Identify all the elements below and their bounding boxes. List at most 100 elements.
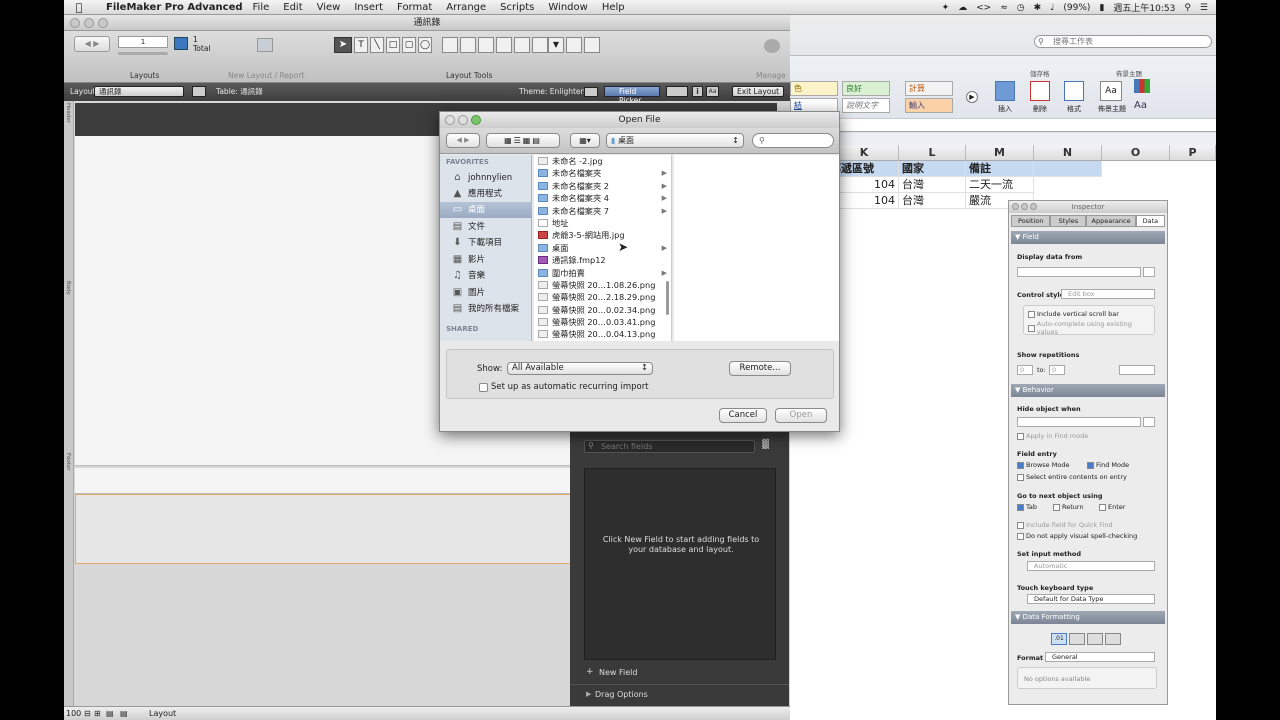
- header-part-label[interactable]: Header: [65, 103, 71, 123]
- list-item[interactable]: 螢幕快照 20…0.03.41.png: [534, 316, 671, 328]
- themes-icon[interactable]: Aa: [1100, 81, 1122, 101]
- button-tool-icon[interactable]: [460, 37, 476, 53]
- inspector-close-button[interactable]: [1012, 203, 1019, 210]
- menu-scripts[interactable]: Scripts: [500, 2, 534, 13]
- change-theme-icon[interactable]: [584, 87, 598, 97]
- remote-button[interactable]: Remote...: [729, 361, 791, 376]
- quick-find-checkbox[interactable]: Include field for Quick Find: [1017, 521, 1113, 529]
- list-item[interactable]: 圍巾拍賣 ▶: [534, 267, 671, 279]
- checkbox-icon[interactable]: [1053, 503, 1060, 511]
- sidebar-item-documents[interactable]: ▤ 文件: [440, 219, 532, 235]
- disclosure-triangle-icon[interactable]: ▶: [586, 690, 591, 698]
- col-header-k[interactable]: K: [830, 145, 899, 161]
- tab-control-tool-icon[interactable]: [496, 37, 512, 53]
- table-cell[interactable]: [1034, 161, 1102, 177]
- table-cell[interactable]: 104: [830, 177, 899, 193]
- theme-fonts-icon[interactable]: Aa: [1134, 100, 1147, 111]
- list-item[interactable]: 未命名檔案夾 4 ▶: [534, 192, 671, 204]
- checkbox-icon[interactable]: [1028, 324, 1035, 332]
- cancel-button[interactable]: Cancel: [719, 408, 767, 423]
- table-cell[interactable]: 國家: [899, 161, 966, 177]
- manage-label[interactable]: Manage: [756, 71, 786, 80]
- sidebar-item-pictures[interactable]: ▣ 圖片: [440, 285, 532, 301]
- inspector-zoom-button[interactable]: [1030, 203, 1037, 210]
- toolbar-toggle-icon[interactable]: ▤: [120, 707, 128, 720]
- field-tool-icon[interactable]: [442, 37, 458, 53]
- sidebar-item-downloads[interactable]: ⬇ 下載項目: [440, 235, 532, 251]
- hide-when-field[interactable]: [1017, 417, 1141, 427]
- select-entire-checkbox[interactable]: Select entire contents on entry: [1017, 473, 1127, 481]
- sidebar-item-desktop[interactable]: ▭ 桌面: [440, 202, 532, 218]
- checkbox-icon[interactable]: [1017, 432, 1024, 440]
- col-header-n[interactable]: N: [1034, 145, 1102, 161]
- field-search-input[interactable]: Search fields: [584, 440, 755, 453]
- script-icon[interactable]: ✦: [942, 3, 950, 13]
- checkbox-icon[interactable]: [1017, 473, 1024, 481]
- enter-checkbox[interactable]: Enter: [1099, 503, 1125, 511]
- view-as-icon[interactable]: [666, 86, 688, 97]
- browse-mode-checkbox[interactable]: Browse Mode: [1017, 461, 1069, 469]
- volume-icon[interactable]: ♩: [1050, 3, 1054, 13]
- new-layout-icon[interactable]: [257, 38, 273, 52]
- time-format-icon[interactable]: [1087, 633, 1103, 645]
- table-cell[interactable]: 台灣: [899, 177, 966, 193]
- web-viewer-tool-icon[interactable]: [532, 37, 548, 53]
- style-calc[interactable]: 計算: [905, 81, 953, 96]
- dialog-search-input[interactable]: ⚲: [752, 133, 834, 148]
- spotlight-icon[interactable]: ⚲: [1184, 3, 1191, 13]
- open-button[interactable]: Open: [775, 408, 827, 423]
- rep-orientation-toggle[interactable]: [1119, 365, 1155, 375]
- field-picker-button[interactable]: Field Picker: [604, 86, 660, 105]
- checked-icon[interactable]: [1087, 461, 1094, 469]
- control-style-select[interactable]: Edit box: [1061, 289, 1155, 299]
- dialog-zoom-button[interactable]: [471, 115, 481, 125]
- file-list-scrollbar[interactable]: [666, 281, 669, 315]
- oval-tool-icon[interactable]: ◯: [418, 37, 432, 53]
- sidebar-item-applications[interactable]: ▲ 應用程式: [440, 186, 532, 202]
- list-item[interactable]: 螢幕快照 20…0.02.34.png: [534, 304, 671, 316]
- wifi-icon[interactable]: ≈: [1000, 3, 1008, 13]
- add-icon[interactable]: +: [586, 667, 594, 677]
- format-cells-icon[interactable]: [1064, 81, 1084, 101]
- data-formatting-header[interactable]: ▼ Data Formatting: [1011, 611, 1165, 624]
- menu-insert[interactable]: Insert: [354, 2, 383, 13]
- autocomplete-checkbox[interactable]: Auto-complete using existing values: [1028, 320, 1150, 336]
- toggle-status-icon[interactable]: ▤: [106, 707, 114, 720]
- line-tool-icon[interactable]: ╲: [370, 37, 384, 53]
- layout-slider[interactable]: [118, 52, 168, 55]
- view-mode-buttons[interactable]: ▦☰▦▤: [486, 133, 560, 148]
- list-item[interactable]: 通訊錄.fmp12: [534, 254, 671, 266]
- rep-to-input[interactable]: 0: [1049, 365, 1065, 375]
- menu-format[interactable]: Format: [397, 2, 432, 13]
- include-scroll-checkbox[interactable]: Include vertical scroll bar: [1028, 310, 1150, 318]
- formula-bar[interactable]: [790, 118, 1216, 132]
- location-dropdown[interactable]: ▮ 桌面 ↕: [606, 133, 744, 148]
- dialog-close-button[interactable]: [445, 115, 455, 125]
- footer-part-label[interactable]: Footer: [65, 453, 71, 471]
- menu-help[interactable]: Help: [602, 2, 625, 13]
- checkbox-icon[interactable]: [1028, 310, 1035, 318]
- layout-nav-arrows[interactable]: ◀ ▶: [74, 36, 110, 52]
- table-cell[interactable]: 104: [830, 193, 899, 209]
- input-method-select[interactable]: Automatic: [1027, 561, 1155, 571]
- tab-styles[interactable]: Styles: [1050, 215, 1087, 227]
- edit-layout-icon[interactable]: [192, 86, 206, 97]
- app-menu[interactable]: FileMaker Pro Advanced: [106, 2, 243, 13]
- checkbox-icon[interactable]: [1017, 521, 1024, 529]
- col-header-l[interactable]: L: [899, 145, 966, 161]
- return-checkbox[interactable]: Return: [1053, 503, 1084, 511]
- sidebar-item-all-files[interactable]: ▤ 我的所有檔案: [440, 301, 532, 317]
- zoom-in-icon[interactable]: ⊞: [94, 707, 101, 720]
- find-mode-checkbox[interactable]: Find Mode: [1087, 461, 1129, 469]
- insert-cells-icon[interactable]: [995, 81, 1015, 101]
- styles-next-icon[interactable]: ▶: [966, 91, 978, 103]
- col-header-m[interactable]: M: [966, 145, 1034, 161]
- list-item[interactable]: 螢幕快照 20…0.04.13.png: [534, 328, 671, 340]
- col-header-p[interactable]: P: [1170, 145, 1216, 161]
- field-section-header[interactable]: ▼ Field: [1011, 231, 1165, 244]
- rounded-rect-tool-icon[interactable]: ▢: [402, 37, 416, 53]
- apply-find-checkbox[interactable]: Apply in Find mode: [1017, 432, 1088, 440]
- list-item[interactable]: 未命名檔案夾 7 ▶: [534, 205, 671, 217]
- battery-icon[interactable]: ▮: [1099, 3, 1104, 13]
- cloud-icon[interactable]: ☁: [958, 3, 967, 13]
